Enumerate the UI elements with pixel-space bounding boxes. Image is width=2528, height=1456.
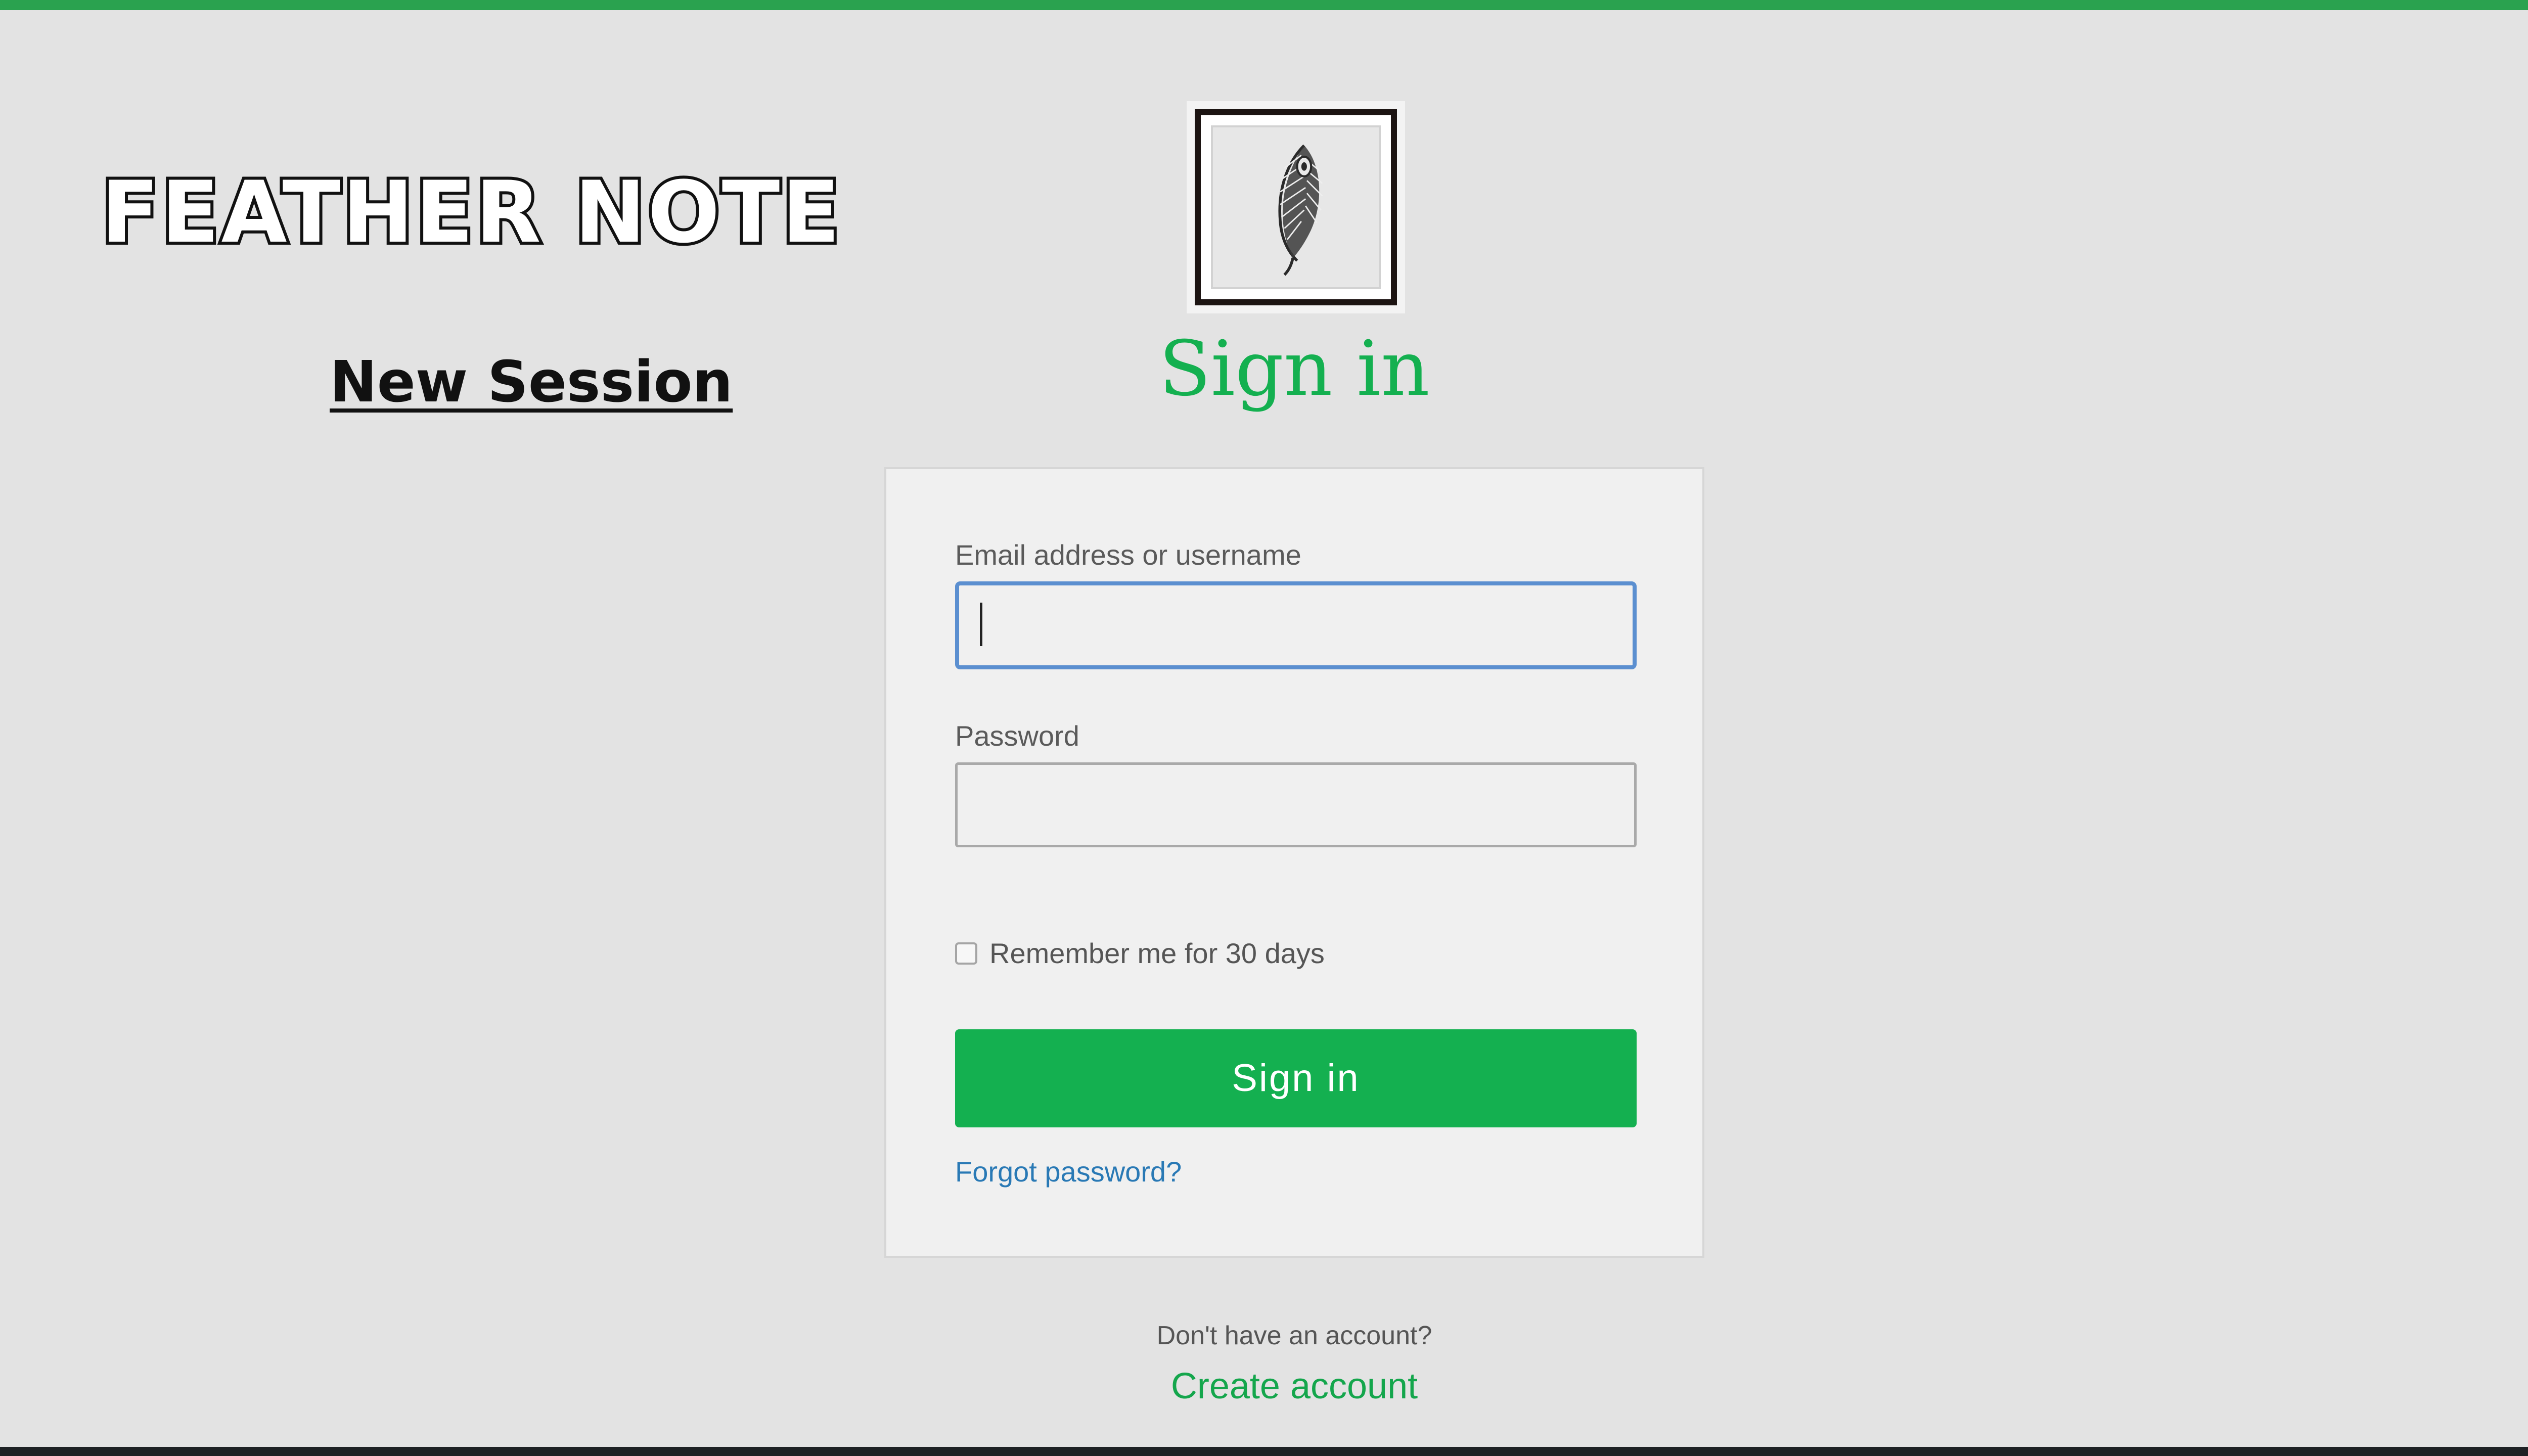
email-label: Email address or username [955,539,1301,571]
new-session-link[interactable]: New Session [330,354,733,411]
page-title: Sign in [1159,325,1430,413]
feather-icon [1278,144,1323,276]
logo-frame-border [1195,109,1397,305]
feather-logo [1187,101,1405,313]
logo-mat [1211,125,1381,289]
bottom-edge-strip [0,1447,2528,1456]
text-caret [980,603,982,646]
no-account-prompt: Don't have an account? [1156,1321,1432,1350]
password-label: Password [955,720,1079,752]
remember-me-checkbox[interactable] [955,942,977,965]
sign-in-button[interactable]: Sign in [955,1029,1637,1127]
create-account-link[interactable]: Create account [1092,1365,1497,1407]
signin-card: Email address or username Password Remem… [884,467,1704,1258]
remember-me-label: Remember me for 30 days [989,937,1325,969]
password-field[interactable] [955,762,1637,847]
forgot-password-link[interactable]: Forgot password? [955,1156,1182,1188]
app-brand-title: FEATHER NOTE [98,163,843,262]
email-field[interactable] [955,581,1637,669]
top-accent-bar [0,0,2528,10]
remember-me-row[interactable]: Remember me for 30 days [955,937,1325,970]
